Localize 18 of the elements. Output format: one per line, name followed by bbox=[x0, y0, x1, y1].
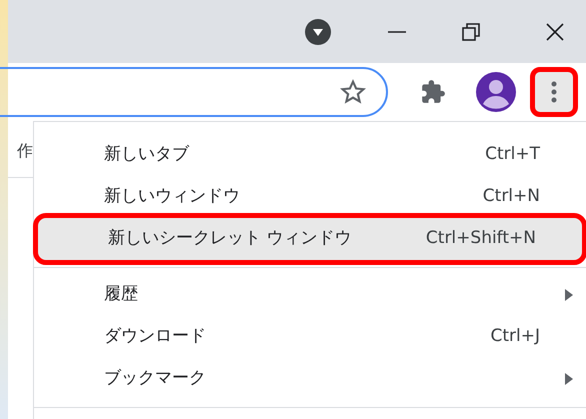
submenu-arrow-icon bbox=[564, 288, 574, 302]
menu-item[interactable]: ブックマーク bbox=[34, 358, 586, 400]
menu-item[interactable]: 新しいシークレット ウィンドウ Ctrl+Shift+N bbox=[38, 218, 582, 260]
restore-icon[interactable] bbox=[460, 20, 482, 42]
menu-item[interactable]: ダウンロード Ctrl+J bbox=[34, 316, 586, 358]
submenu-arrow-icon bbox=[564, 372, 574, 386]
menu-item[interactable]: 新しいタブ Ctrl+T bbox=[34, 134, 586, 176]
address-bar[interactable] bbox=[0, 67, 388, 117]
puzzle-piece-icon[interactable] bbox=[420, 79, 446, 105]
menu-button[interactable] bbox=[530, 67, 578, 117]
close-icon[interactable] bbox=[544, 20, 566, 42]
avatar-icon[interactable] bbox=[476, 72, 516, 112]
menu-item[interactable]: 新しいウィンドウ Ctrl+N bbox=[34, 176, 586, 218]
star-icon[interactable] bbox=[340, 79, 366, 105]
tab-search-icon[interactable] bbox=[304, 18, 332, 46]
page-text: 作 bbox=[17, 140, 33, 162]
more-vertical-icon bbox=[551, 81, 557, 103]
menu-item[interactable]: 履歴 bbox=[34, 274, 586, 316]
